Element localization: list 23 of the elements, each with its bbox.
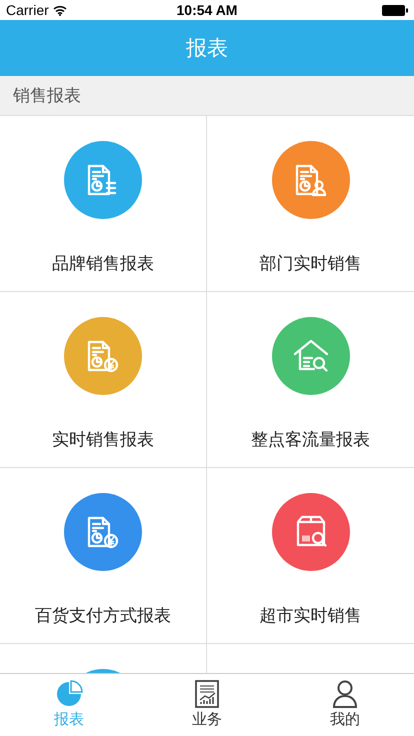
tile-label: 超市实时销售 bbox=[260, 605, 362, 627]
tile-label: 整点客流量报表 bbox=[251, 429, 370, 451]
section-title: 销售报表 bbox=[13, 85, 81, 107]
page-title: 报表 bbox=[186, 35, 228, 62]
report-tile[interactable]: 百货支付方式报表 bbox=[0, 468, 207, 644]
carrier-label: Carrier bbox=[6, 2, 49, 18]
report-tile[interactable]: 实时销售报表 bbox=[0, 292, 207, 468]
tile-label: 品牌销售报表 bbox=[52, 253, 154, 275]
person-icon bbox=[332, 680, 358, 708]
clock-time: 10:54 AM bbox=[176, 2, 238, 18]
report-tile[interactable]: 整点客流量报表 bbox=[207, 292, 414, 468]
tab-bar-item[interactable]: 业务 bbox=[138, 674, 276, 736]
wifi-icon bbox=[52, 4, 67, 16]
tile-label: 实时销售报表 bbox=[52, 429, 154, 451]
tab-bar-item[interactable]: 我的 bbox=[276, 674, 414, 736]
report-tile[interactable]: 超市实时销售 bbox=[207, 468, 414, 644]
tile-label: 百货支付方式报表 bbox=[35, 605, 171, 627]
battery-icon bbox=[382, 4, 408, 16]
report-tile[interactable]: 品牌销售报表 bbox=[0, 116, 207, 292]
report-tile[interactable]: 部门实时销售 bbox=[207, 116, 414, 292]
pie-chart-icon bbox=[55, 680, 83, 708]
chart-document-icon bbox=[195, 680, 219, 708]
tile-label: 部门实时销售 bbox=[260, 253, 362, 275]
